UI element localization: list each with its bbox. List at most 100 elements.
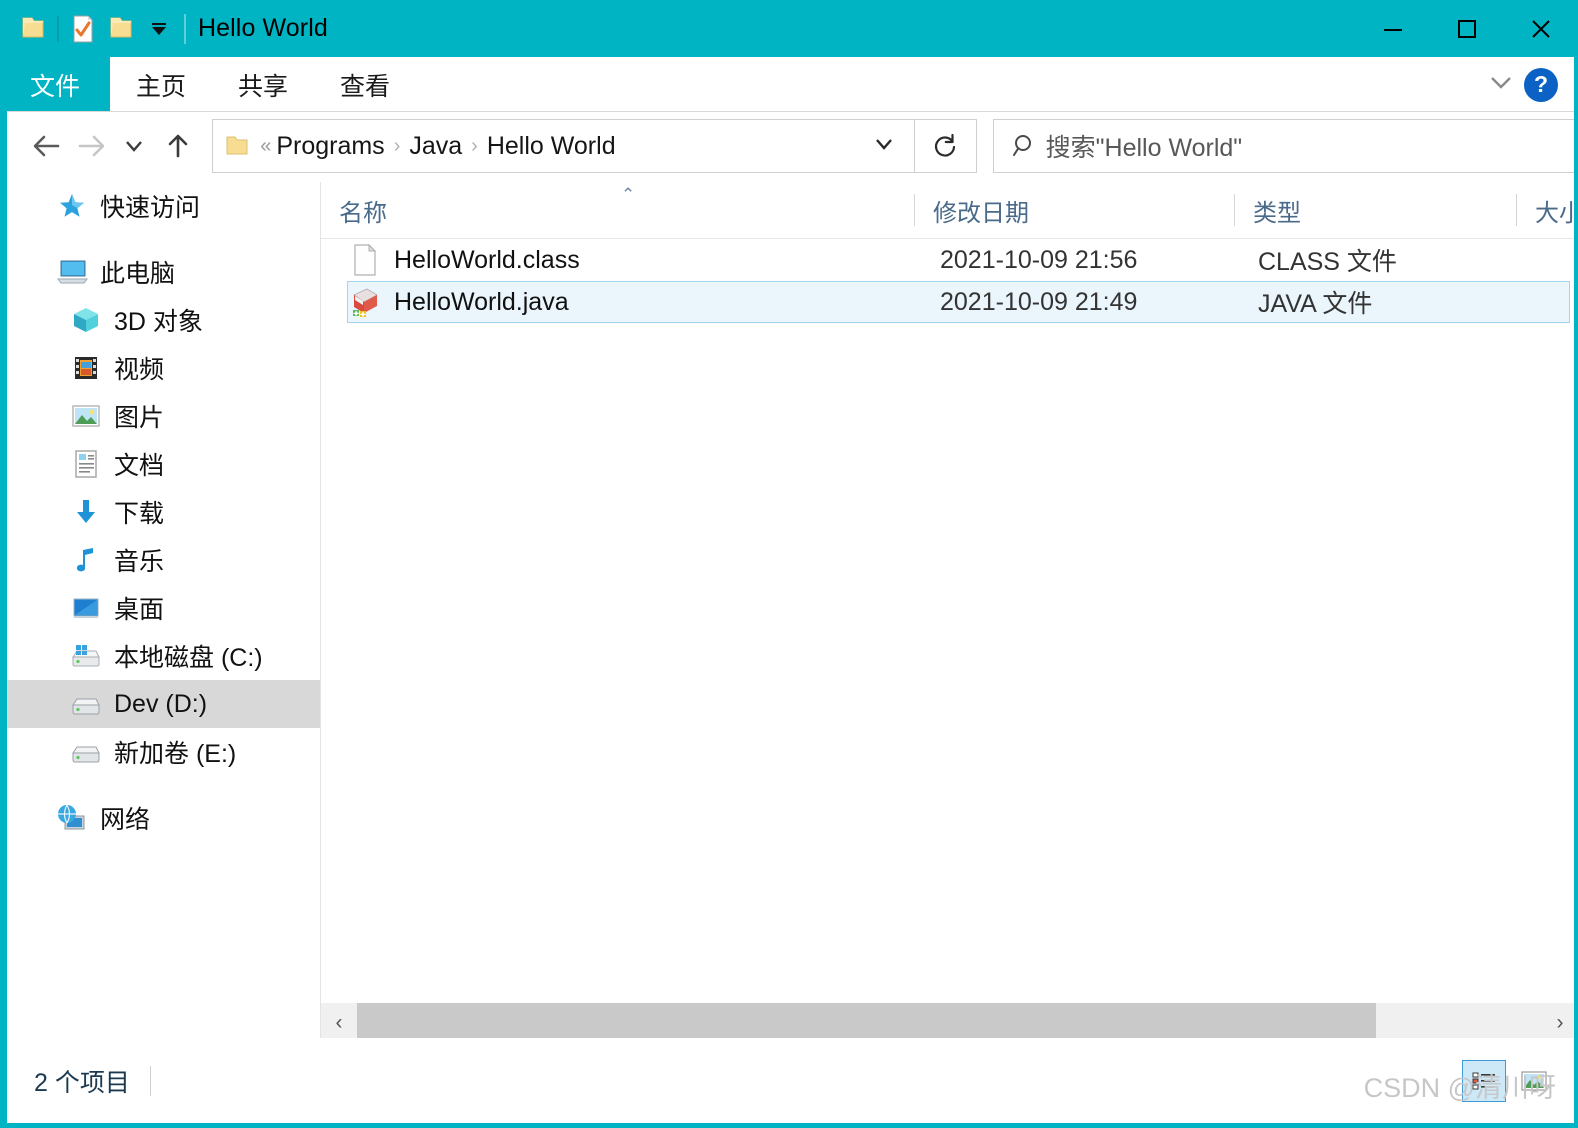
sidebar-item-label: 3D 对象 [114,308,203,336]
sidebar-item-label: 音乐 [114,548,165,576]
documents-icon [69,448,103,480]
up-button[interactable] [156,124,200,168]
drive-icon [69,736,103,768]
view-buttons [1462,1059,1556,1102]
file-explorer-window: Hello World 文件 主页 共享 查看 ? « Programs › J… [0,0,1578,1128]
sidebar-item-label: 下载 [114,500,165,528]
scroll-left-button[interactable]: ‹ [321,1003,357,1043]
table-row[interactable]: HelloWorld.java 2021-10-09 21:49 JAVA 文件 [347,281,1570,323]
ribbon-right-controls: ? [1484,57,1574,112]
sidebar-item-new-volume-e[interactable]: 新加卷 (E:) [7,728,320,776]
title-bar: Hello World [7,0,1574,57]
file-date: 2021-10-09 21:49 [940,287,1138,316]
sidebar-item-label: 桌面 [114,596,165,624]
close-button[interactable] [1504,0,1574,57]
sidebar-item-label: 网络 [100,806,151,834]
sidebar-item-videos[interactable]: 视频 [7,344,320,392]
tab-file[interactable]: 文件 [7,57,110,112]
sidebar-item-local-disk-c[interactable]: 本地磁盘 (C:) [7,632,320,680]
sidebar-item-music[interactable]: 音乐 [7,536,320,584]
status-separator [149,1065,151,1096]
file-name-cell: HelloWorld.class [348,243,940,277]
windows-drive-icon [69,640,103,672]
network-icon [55,802,89,834]
scroll-right-button[interactable]: › [1542,1003,1574,1043]
file-date: 2021-10-09 21:56 [940,245,1138,274]
sidebar-item-desktop[interactable]: 桌面 [7,584,320,632]
file-name: HelloWorld.java [394,287,569,316]
cube-icon [69,304,103,336]
properties-icon[interactable] [64,9,102,49]
file-name-cell: HelloWorld.java [348,285,940,319]
sidebar-item-label: 本地磁盘 (C:) [114,644,263,672]
notepadpp-file-icon [350,285,380,319]
star-icon [55,190,89,222]
breadcrumb[interactable]: « Programs › Java › Hello World [212,119,915,173]
refresh-button[interactable] [914,119,977,173]
tab-share[interactable]: 共享 [212,57,314,112]
search-input[interactable]: 搜索"Hello World" [1046,128,1243,164]
sidebar-item-documents[interactable]: 文档 [7,440,320,488]
sidebar-item-label: 快速访问 [100,194,201,222]
file-rows: HelloWorld.class 2021-10-09 21:56 CLASS … [321,239,1574,323]
item-count-label: 2 个项目 [34,1068,130,1097]
file-name: HelloWorld.class [394,245,580,274]
sidebar-item-label: 视频 [114,356,165,384]
music-icon [69,544,103,576]
sidebar-item-label: 此电脑 [100,260,176,288]
breadcrumb-item-programs[interactable]: Programs [276,132,384,161]
generic-file-icon [350,243,380,277]
folder-icon[interactable] [14,9,52,49]
file-type: JAVA 文件 [1258,290,1373,318]
main-area: 快速访问 此电脑 3D 对象 视频 图片 文档 下载 音乐 桌面 本地磁盘 (C… [7,182,1574,1043]
table-row[interactable]: HelloWorld.class 2021-10-09 21:56 CLASS … [347,239,1570,281]
desktop-icon [69,592,103,624]
tab-view[interactable]: 查看 [314,57,416,112]
breadcrumb-separator-icon: › [471,134,478,157]
back-button[interactable] [25,124,69,168]
sidebar-item-pictures[interactable]: 图片 [7,392,320,440]
sidebar-item-network[interactable]: 网络 [7,794,320,842]
sidebar-item-this-pc[interactable]: 此电脑 [7,248,320,296]
file-type: CLASS 文件 [1258,248,1397,276]
details-view-button[interactable] [1462,1059,1506,1102]
horizontal-scrollbar[interactable]: ‹ › [321,1003,1574,1043]
window-title: Hello World [198,14,328,42]
downloads-icon [69,496,103,528]
scrollbar-thumb[interactable] [357,1003,1377,1043]
drive-icon [69,688,103,720]
large-icons-view-button[interactable] [1512,1060,1556,1102]
new-folder-icon[interactable] [102,9,140,49]
tab-home[interactable]: 主页 [110,57,212,112]
breadcrumb-item-java[interactable]: Java [409,132,462,161]
sidebar-item-label: Dev (D:) [114,689,208,718]
breadcrumb-item-hello-world[interactable]: Hello World [487,132,616,161]
customize-dropdown-icon[interactable] [140,9,178,49]
scrollbar-track[interactable] [357,1003,1542,1043]
help-icon[interactable]: ? [1524,67,1558,102]
sidebar-item-label: 新加卷 (E:) [114,740,237,768]
breadcrumb-folder-icon [225,134,249,158]
breadcrumb-dropdown-icon[interactable] [870,134,898,159]
recent-locations-icon[interactable] [113,124,157,168]
search-box[interactable]: 搜索"Hello World" [992,119,1574,173]
sidebar-item-dev-d[interactable]: Dev (D:) [7,680,320,728]
sidebar-item-quick-access[interactable]: 快速访问 [7,182,320,230]
column-headers: ⌃ 名称 修改日期 类型 大小 [321,182,1574,238]
column-header-date-modified[interactable]: 修改日期 [915,182,1235,238]
qat-separator [57,15,59,42]
forward-button[interactable] [69,124,113,168]
sidebar-item-downloads[interactable]: 下载 [7,488,320,536]
column-header-type[interactable]: 类型 [1235,182,1517,238]
breadcrumb-overflow-icon[interactable]: « [260,135,271,158]
minimize-button[interactable] [1356,0,1430,57]
sidebar-item-3d-objects[interactable]: 3D 对象 [7,296,320,344]
search-icon [1010,131,1040,161]
video-icon [69,352,103,384]
column-header-size[interactable]: 大小 [1517,182,1574,238]
maximize-button[interactable] [1430,0,1504,57]
expand-ribbon-icon[interactable] [1484,71,1518,98]
column-header-name[interactable]: 名称 [321,182,915,238]
title-separator [184,13,186,44]
